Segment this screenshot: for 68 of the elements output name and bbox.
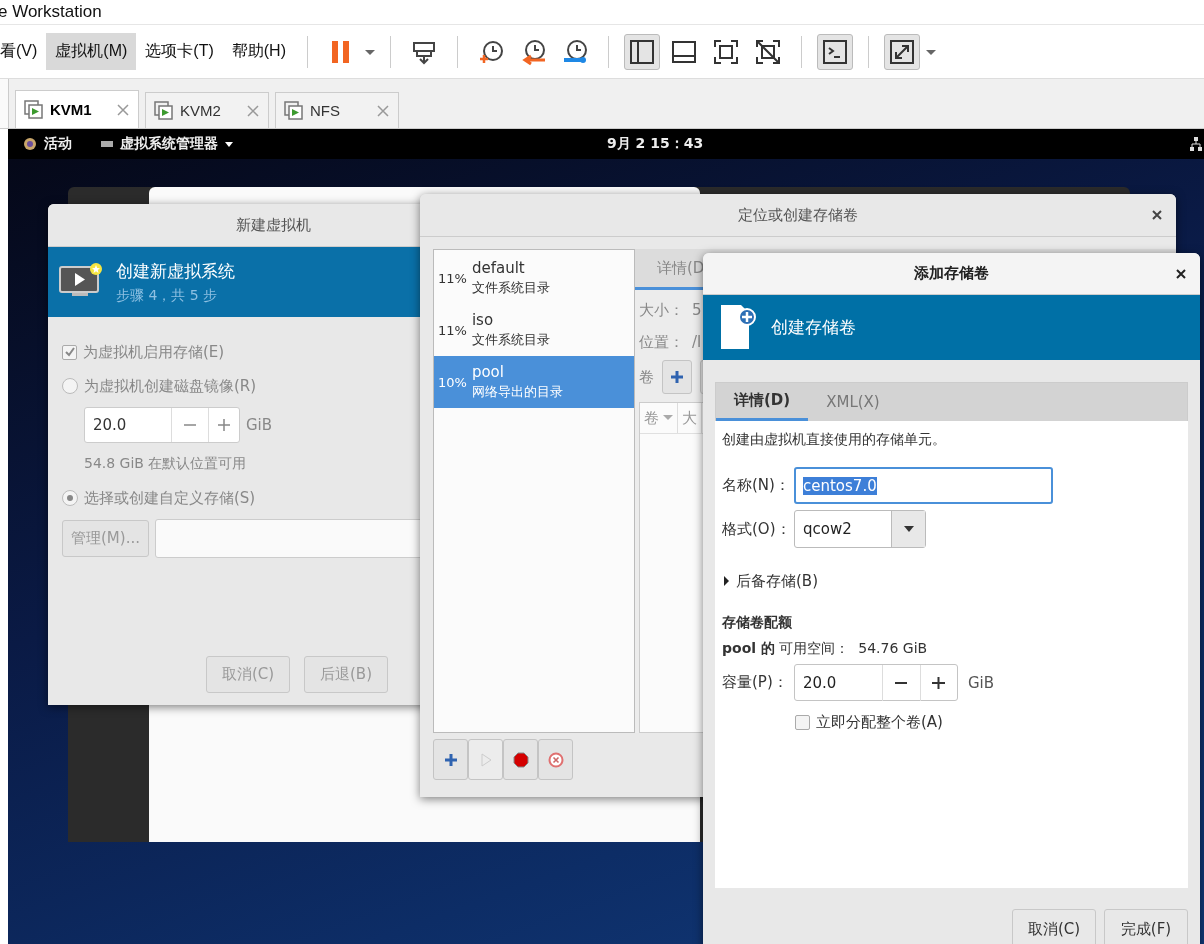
field-label: 名称(N)： — [722, 476, 784, 495]
dialog-title: 新建虚拟机 — [235, 215, 311, 235]
no-fit-icon[interactable] — [753, 37, 782, 66]
radio-label: 选择或创建自定义存储(S) — [84, 488, 256, 508]
description-text: 创建由虚拟机直接使用的存储单元。 — [722, 431, 947, 449]
activities-button[interactable]: 活动 — [44, 135, 72, 153]
plus-icon — [442, 751, 459, 768]
vm-icon — [284, 100, 304, 121]
vm-tab[interactable]: NFS — [275, 92, 399, 128]
sort-icon — [663, 415, 673, 421]
caret-icon — [902, 525, 915, 533]
check-icon — [63, 346, 76, 358]
available-space-text: pool 的 可用空间： 54.76 GiB — [722, 640, 929, 658]
checkbox[interactable] — [62, 344, 77, 360]
vm-tab[interactable]: KVM1 — [15, 90, 139, 128]
checkbox[interactable] — [795, 715, 810, 730]
field-label: 大小： — [639, 300, 684, 320]
network-icon[interactable] — [1190, 136, 1202, 152]
field-label: 格式(O)： — [722, 519, 784, 539]
section-title: 存储卷配额 — [722, 614, 793, 632]
clock[interactable]: 9月 2 15：43 — [607, 135, 704, 153]
radio-button[interactable] — [62, 490, 78, 506]
delete-icon — [547, 751, 564, 768]
delete-button[interactable] — [538, 739, 573, 780]
close-icon[interactable] — [1151, 209, 1163, 221]
name-field[interactable]: centos7.0 — [794, 467, 1053, 504]
step-text: 步骤 4，共 5 步 — [116, 286, 219, 305]
field-label: 容量(P)： — [722, 673, 784, 692]
dialog-button[interactable]: 完成(F) — [1104, 909, 1188, 944]
number-field[interactable]: 20.0 — [794, 664, 958, 701]
field-label: 位置： — [639, 332, 684, 352]
field-value: /l — [692, 333, 702, 351]
vm-tab[interactable]: KVM2 — [145, 92, 269, 128]
add-pool-button[interactable] — [433, 739, 468, 780]
start-button[interactable] — [468, 739, 503, 780]
section-label: 卷 — [639, 367, 654, 387]
menu-item[interactable]: 看(V) — [0, 33, 47, 70]
unit-label: GiB — [246, 416, 273, 434]
caret-icon — [224, 140, 234, 148]
plus-icon — [670, 370, 684, 384]
stop-button[interactable] — [503, 739, 538, 780]
availability-text: 54.8 GiB 在默认位置可用 — [84, 455, 247, 473]
dialog-button[interactable]: 取消(C) — [1012, 909, 1096, 944]
checkbox-label: 为虚拟机启用存储(E) — [83, 342, 225, 362]
vm-icon — [24, 99, 44, 120]
app-icon — [100, 139, 114, 149]
dialog-title: 定位或创建存储卷 — [738, 205, 858, 225]
unit-label: GiB — [968, 673, 995, 692]
menu-item[interactable]: 帮助(H) — [222, 33, 295, 70]
expander[interactable]: 后备存储(B) — [722, 570, 818, 592]
app-menu[interactable]: 虚拟系统管理器 — [100, 135, 234, 153]
checkbox-label: 立即分配整个卷(A) — [816, 713, 943, 732]
radio-button[interactable] — [62, 378, 78, 394]
header-title: 创建存储卷 — [771, 316, 856, 339]
menu-item[interactable]: 选项卡(T) — [136, 33, 223, 70]
dialog-title: 添加存储卷 — [914, 264, 989, 283]
format-dropdown[interactable]: qcow2 — [794, 510, 926, 548]
field-value: 5 — [692, 301, 702, 319]
add-button[interactable] — [662, 360, 692, 394]
close-icon[interactable] — [1175, 268, 1187, 280]
header-title: 创建新虚拟系统 — [116, 259, 235, 283]
vm-icon — [154, 100, 174, 121]
stop-icon — [512, 751, 529, 768]
activities-icon — [22, 136, 38, 152]
fit-frame-icon[interactable] — [711, 37, 740, 66]
expander-arrow-icon — [722, 575, 730, 587]
radio-label: 为虚拟机创建磁盘镜像(R) — [84, 376, 257, 396]
menu-item[interactable]: 虚拟机(M) — [46, 33, 137, 70]
